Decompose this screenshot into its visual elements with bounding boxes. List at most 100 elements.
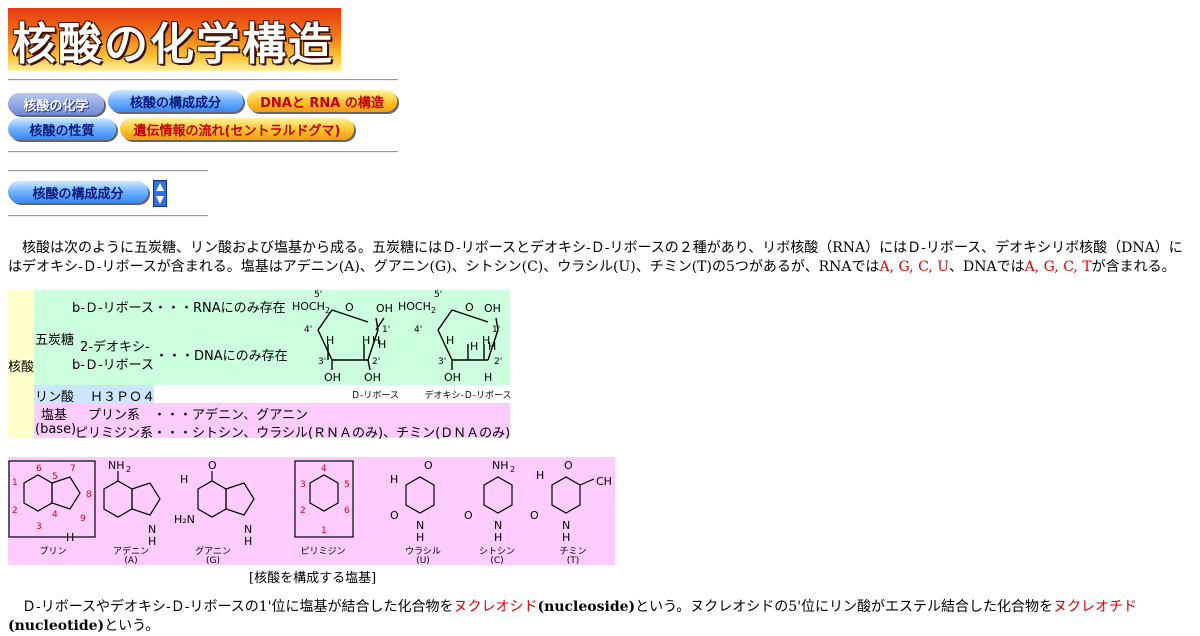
svg-text:2: 2	[510, 465, 515, 474]
nav-kakusan-kagaku[interactable]: 核酸の化学	[8, 93, 104, 115]
section-label: 核酸の構成成分	[32, 186, 124, 202]
svg-text:H: H	[470, 340, 478, 353]
svg-text:6: 6	[36, 464, 42, 474]
outro-paragraph: Ｄ-リボースやデオキシ-Ｄ-リボースの1'位に塩基が結合した化合物をヌクレオシド…	[8, 599, 1138, 634]
pyrimidine-line: ピリミジン系・・・シトシン、ウラシル(ＲＮＡのみ)、チミン(ＤＮＡのみ)	[75, 426, 511, 441]
svg-text:4': 4'	[414, 325, 422, 335]
deoxy-line1: 2-デオキシ-	[80, 340, 150, 355]
svg-text:H: H	[416, 531, 424, 544]
svg-text:1': 1'	[382, 325, 390, 335]
nav-kousei-seibun[interactable]: 核酸の構成成分	[108, 90, 243, 112]
nav-dna-rna[interactable]: DNAと RNA の構造	[247, 90, 397, 112]
svg-text:H: H	[66, 531, 74, 544]
svg-text:OH: OH	[484, 302, 501, 315]
nav-label: 核酸の構成成分	[129, 95, 221, 111]
svg-text:CH: CH	[596, 475, 612, 488]
up-down-icon[interactable]	[153, 180, 167, 207]
svg-text:H₂N: H₂N	[174, 513, 195, 526]
svg-text:H: H	[244, 535, 252, 548]
nav-label: DNAと RNA の構造	[260, 95, 384, 111]
svg-text:3': 3'	[318, 357, 326, 367]
svg-text:H: H	[180, 473, 188, 486]
svg-text:H: H	[488, 340, 496, 353]
base-label-en: (base)	[35, 422, 77, 437]
svg-text:NH: NH	[492, 459, 509, 472]
svg-text:1: 1	[12, 478, 18, 488]
page-title-banner: 核酸の化学構造	[8, 8, 341, 71]
svg-text:1: 1	[321, 526, 327, 536]
svg-text:H: H	[446, 334, 454, 347]
svg-text:H: H	[362, 334, 370, 347]
svg-text:H: H	[484, 371, 492, 384]
svg-text:H: H	[494, 531, 502, 544]
svg-text:H: H	[536, 469, 544, 482]
svg-text:O: O	[530, 509, 539, 522]
svg-text:3: 3	[300, 480, 306, 490]
svg-text:8: 8	[86, 490, 92, 500]
nav-label: 核酸の化学	[23, 98, 89, 114]
divider	[8, 170, 208, 172]
purine-line: プリン系 ・・・アデニン、グアニン	[88, 408, 308, 423]
nav-central-dogma[interactable]: 遺伝情報の流れ(セントラルドグマ)	[120, 118, 354, 140]
svg-text:O: O	[345, 301, 354, 314]
cytosine-abbr: (C)	[490, 556, 504, 566]
svg-text:2: 2	[325, 306, 330, 315]
deoxyribose-caption: デオキシ-Ｄ-リボース	[424, 391, 512, 401]
divider	[8, 215, 208, 217]
svg-text:O: O	[465, 301, 474, 314]
base-label: 塩基	[41, 408, 68, 423]
svg-text:5': 5'	[434, 290, 442, 300]
svg-text:OH: OH	[376, 302, 393, 315]
svg-text:2': 2'	[372, 357, 380, 367]
sugar-label: 五炭糖	[35, 333, 75, 348]
page-title: 核酸の化学構造	[12, 18, 334, 70]
svg-text:H: H	[378, 338, 386, 351]
deoxy-dna: ・・・DNAにのみ存在	[155, 349, 288, 364]
svg-text:3: 3	[36, 522, 42, 532]
purine-label: プリン	[39, 547, 67, 557]
nucleoside-term: ヌクレオシド	[453, 599, 538, 615]
svg-text:OH: OH	[444, 371, 461, 384]
nucleotide-term: ヌクレオチド	[1053, 599, 1138, 615]
uracil-abbr: (U)	[416, 556, 430, 566]
svg-text:4: 4	[321, 464, 327, 474]
nav-label: 核酸の性質	[29, 123, 95, 139]
svg-text:O: O	[464, 509, 473, 522]
bases-figure-caption: [核酸を構成する塩基]	[249, 571, 377, 586]
intro-paragraph: 核酸は次のように五炭糖、リン酸および塩基から成る。五炭糖にはＤ-リボースとデオキ…	[8, 240, 1183, 275]
svg-text:1': 1'	[492, 325, 500, 335]
deoxy-line2: b-Ｄ-リボース	[72, 358, 154, 373]
svg-text:O: O	[390, 509, 399, 522]
root-label: 核酸	[8, 360, 35, 375]
ribose-line: b-Ｄ-リボース・・・RNAにのみ存在	[72, 301, 286, 316]
svg-text:H: H	[562, 531, 570, 544]
divider	[8, 79, 398, 81]
sugar-structures: 5' HOCH 2 O OH 4' 1' H HH H 3' 2' OH OH 5' HOCH…	[292, 290, 502, 384]
svg-text:NH: NH	[108, 459, 125, 472]
nav-label: 遺伝情報の流れ(セントラルドグマ)	[133, 123, 341, 139]
nav-seishitsu[interactable]: 核酸の性質	[8, 118, 116, 140]
svg-text:OH: OH	[364, 371, 381, 384]
ribose-caption: Ｄ-リボース	[351, 391, 399, 401]
svg-text:O: O	[208, 459, 217, 472]
svg-text:2: 2	[12, 506, 18, 516]
svg-text:4': 4'	[304, 325, 312, 335]
adenine-abbr: (A)	[124, 556, 138, 566]
svg-text:H: H	[390, 473, 398, 486]
svg-text:O: O	[564, 459, 573, 472]
dna-bases: A, G, C, T	[1024, 259, 1092, 275]
svg-text:4: 4	[52, 510, 58, 520]
svg-text:H: H	[326, 334, 334, 347]
svg-text:O: O	[424, 459, 433, 472]
pyrimidine-label: ピリミジン	[300, 547, 346, 557]
thymine-abbr: (T)	[566, 556, 580, 566]
rna-bases: A, G, C, U	[879, 259, 950, 275]
svg-text:2': 2'	[494, 357, 502, 367]
svg-text:5: 5	[52, 472, 58, 482]
section-button[interactable]: 核酸の構成成分	[8, 181, 148, 203]
svg-text:2: 2	[300, 506, 306, 516]
svg-text:2: 2	[431, 306, 436, 315]
svg-text:HOCH: HOCH	[398, 300, 431, 313]
svg-text:2: 2	[126, 465, 131, 474]
svg-text:7: 7	[70, 464, 76, 474]
